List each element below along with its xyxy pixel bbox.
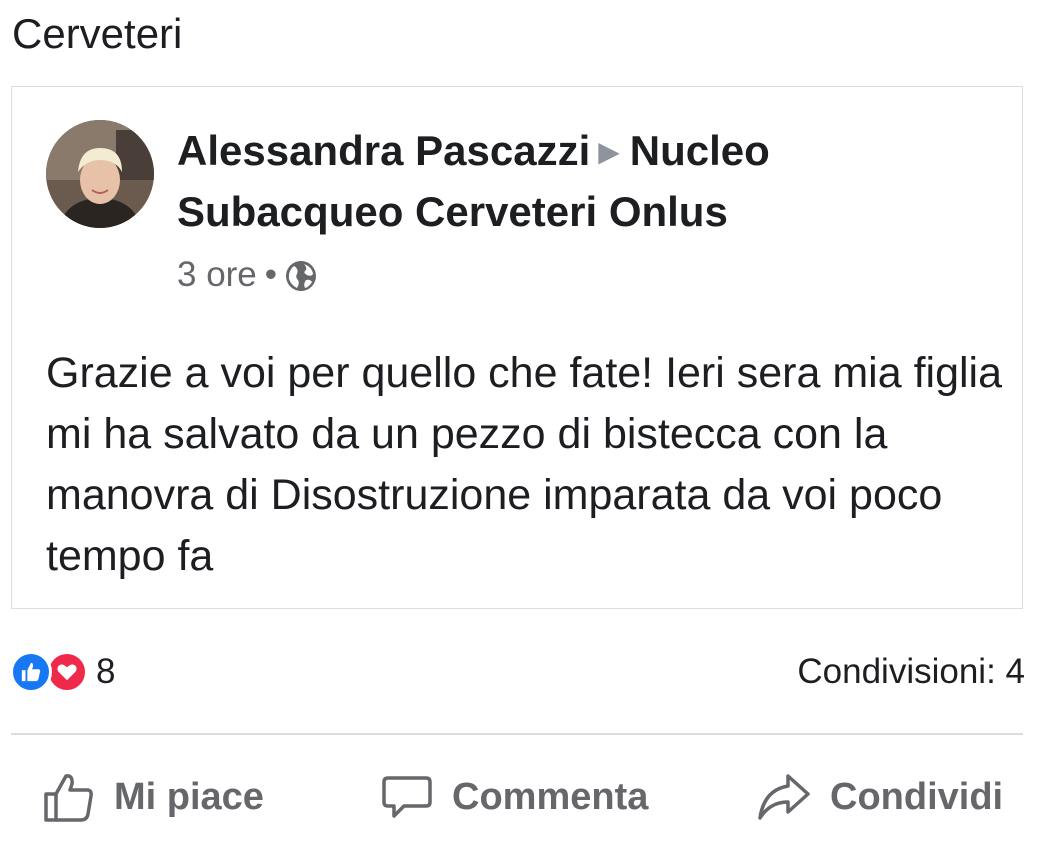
- share-count[interactable]: Condivisioni: 4: [797, 650, 1025, 694]
- meta-separator: •: [264, 255, 278, 294]
- reaction-summary[interactable]: 8: [10, 650, 115, 694]
- share-button[interactable]: Condividi: [756, 762, 1003, 832]
- author-name[interactable]: Alessandra Pascazzi: [177, 127, 590, 174]
- share-label: Condividi: [830, 775, 1004, 818]
- reaction-count: 8: [96, 652, 116, 691]
- shared-post-card[interactable]: Alessandra Pascazzi ▶ Nucleo Subacqueo Cer…: [11, 86, 1023, 609]
- avatar[interactable]: [46, 120, 154, 228]
- love-icon: [46, 651, 88, 693]
- divider: [11, 733, 1023, 735]
- comment-label: Commenta: [452, 775, 649, 818]
- like-button[interactable]: Mi piace: [42, 762, 264, 832]
- post-meta: 3 ore •: [177, 253, 317, 297]
- post-header: Alessandra Pascazzi ▶ Nucleo Subacqueo Cer…: [177, 121, 957, 242]
- like-icon: [10, 651, 52, 693]
- post-time[interactable]: 3 ore: [177, 253, 257, 297]
- post-text: Grazie a voi per quello che fate! Ieri s…: [46, 349, 1003, 580]
- globe-icon: [285, 259, 317, 291]
- thumbs-up-icon: [44, 774, 93, 822]
- comment-button[interactable]: Commenta: [380, 762, 648, 832]
- like-label: Mi piace: [114, 775, 264, 818]
- comment-icon: [382, 776, 432, 818]
- triangle-right-icon: ▶: [598, 136, 620, 167]
- share-arrow-icon: [758, 774, 810, 820]
- page-title: Cerveteri: [12, 10, 183, 57]
